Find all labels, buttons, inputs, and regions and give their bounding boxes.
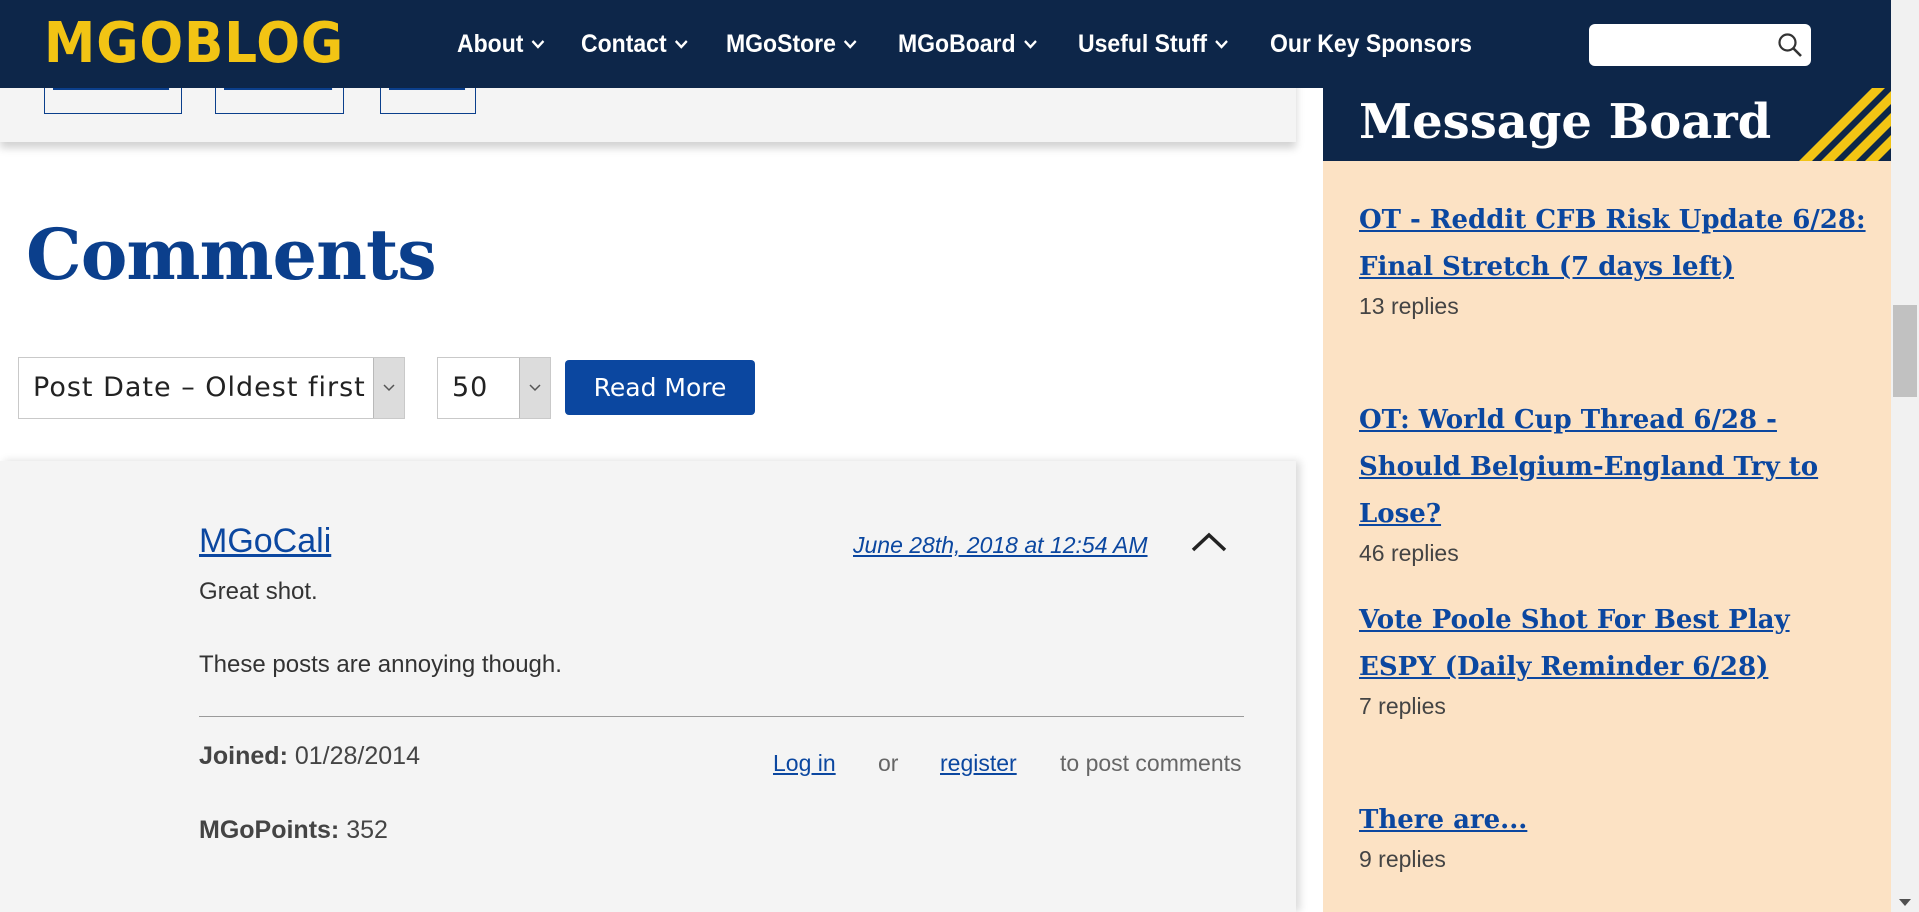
board-topic-link[interactable]: There are... <box>1359 797 1869 844</box>
register-link[interactable]: register <box>940 750 1017 777</box>
comment-author-link[interactable]: MGoCali <box>199 522 331 561</box>
joined-label: Joined: <box>199 742 288 770</box>
joined-value: 01/28/2014 <box>287 742 420 770</box>
nav-item-mgostore[interactable]: MGoStore <box>726 30 858 59</box>
comment-paragraph: Great shot. <box>199 578 318 605</box>
nav-item-label: Contact <box>581 29 667 58</box>
comments-heading: Comments <box>26 213 437 296</box>
board-topic-replies: 7 replies <box>1359 693 1446 719</box>
board-topic: OT - Reddit CFB Risk Update 6/28: Final … <box>1359 197 1869 320</box>
chevron-down-icon <box>844 40 858 49</box>
sort-order-select[interactable]: Post Date – Oldest first <box>18 357 405 419</box>
message-board-title: Message Board <box>1359 94 1772 150</box>
comment-card <box>0 461 1296 912</box>
chevron-down-icon <box>531 40 545 49</box>
message-board-sidebar: OT - Reddit CFB Risk Update 6/28: Final … <box>1323 161 1891 912</box>
board-topic-replies: 13 replies <box>1359 293 1459 319</box>
board-topic-link[interactable]: OT - Reddit CFB Risk Update 6/28: Final … <box>1359 197 1869 291</box>
message-board-header: Message Board <box>1323 88 1891 161</box>
nav-item-label: Useful Stuff <box>1077 29 1207 58</box>
chevron-down-icon <box>383 384 395 392</box>
sort-order-value: Post Date – Oldest first <box>33 372 366 403</box>
nav-item-label: About <box>457 29 524 58</box>
comment-timestamp-link[interactable]: June 28th, 2018 at 12:54 AM <box>853 532 1148 559</box>
points-value: 352 <box>339 816 388 844</box>
search-icon[interactable] <box>1777 32 1803 58</box>
search-input[interactable] <box>1599 24 1783 66</box>
chevron-up-icon[interactable] <box>1190 530 1228 554</box>
nav-item-label: Our Key Sponsors <box>1269 29 1472 58</box>
board-topic-link[interactable]: OT: World Cup Thread 6/28 - Should Belgi… <box>1359 397 1869 538</box>
post-comments-text: to post comments <box>1060 750 1242 776</box>
main-nav: About Contact MGoStore MGoBoard Useful S… <box>457 0 1517 88</box>
read-more-button[interactable]: Read More <box>565 360 755 415</box>
per-page-select[interactable]: 50 <box>437 357 551 419</box>
page-scrollbar[interactable] <box>1891 0 1919 912</box>
chevron-down-icon <box>1214 40 1228 49</box>
top-navbar: MGOBLOG About Contact MGoStore MGoBoard … <box>0 0 1919 88</box>
author-points: MGoPoints: 352 <box>199 816 388 845</box>
board-topic: OT: World Cup Thread 6/28 - Should Belgi… <box>1359 397 1869 567</box>
nav-item-label: MGoStore <box>726 29 837 58</box>
search-box <box>1589 24 1811 66</box>
comment-paragraph: These posts are annoying though. <box>199 651 562 678</box>
board-topic-replies: 9 replies <box>1359 846 1446 872</box>
board-topic: Vote Poole Shot For Best Play ESPY (Dail… <box>1359 597 1869 720</box>
scrollbar-thumb[interactable] <box>1893 305 1917 397</box>
nav-item-about[interactable]: About <box>457 30 546 59</box>
site-logo[interactable]: MGOBLOG <box>44 14 344 74</box>
chevron-down-icon <box>1023 40 1037 49</box>
dropdown-button[interactable] <box>519 358 550 418</box>
nav-item-contact[interactable]: Contact <box>581 30 689 59</box>
nav-item-key-sponsors[interactable]: Our Key Sponsors <box>1270 30 1472 59</box>
per-page-value: 50 <box>452 372 489 403</box>
decorative-stripes <box>1799 88 1891 161</box>
comment-divider <box>199 716 1244 717</box>
nav-item-useful-stuff[interactable]: Useful Stuff <box>1078 30 1229 59</box>
or-text: or <box>878 750 899 776</box>
board-topic-replies: 46 replies <box>1359 540 1459 566</box>
author-joined: Joined: 01/28/2014 <box>199 742 420 771</box>
points-label: MGoPoints: <box>199 816 340 844</box>
board-topic-link[interactable]: Vote Poole Shot For Best Play ESPY (Dail… <box>1359 597 1869 691</box>
login-link[interactable]: Log in <box>773 750 836 777</box>
scroll-down-arrow-icon[interactable] <box>1899 899 1911 906</box>
chevron-down-icon <box>675 40 688 49</box>
chevron-down-icon <box>529 384 541 392</box>
nav-item-mgoboard[interactable]: MGoBoard <box>898 30 1038 59</box>
dropdown-button[interactable] <box>373 358 404 418</box>
nav-item-label: MGoBoard <box>897 29 1016 58</box>
board-topic: There are... 9 replies <box>1359 797 1869 873</box>
